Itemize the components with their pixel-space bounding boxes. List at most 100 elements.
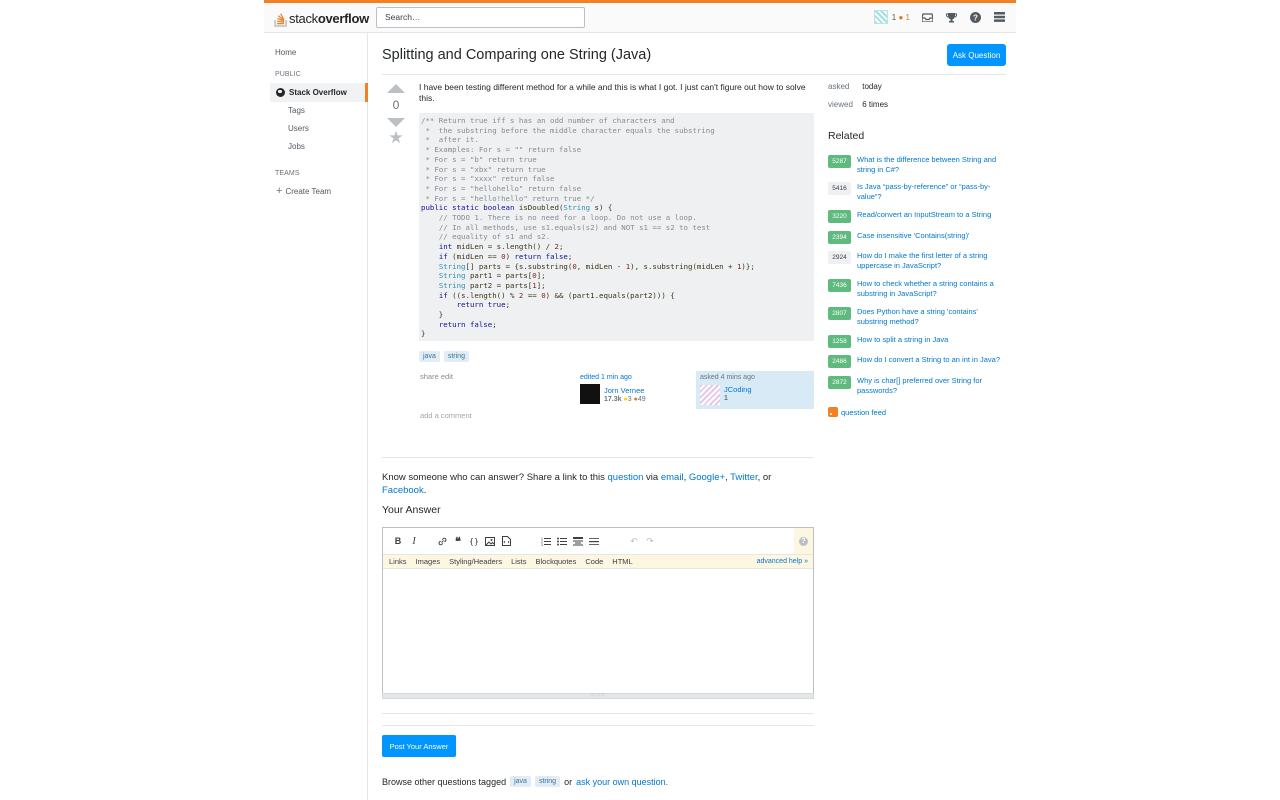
blockquote-icon[interactable]: ❝ (451, 534, 465, 548)
create-team-label: Create Team (285, 186, 332, 196)
question-link[interactable]: question (608, 472, 644, 483)
help-tab-links[interactable]: Links (389, 557, 407, 566)
add-comment-link[interactable]: add a comment (420, 411, 472, 420)
related-link[interactable]: How to check whether a string contains a… (857, 279, 1008, 299)
site-switcher-icon[interactable] (992, 10, 1006, 24)
related-link[interactable]: Why is char[] preferred over String for … (857, 376, 1008, 396)
nav-home[interactable]: Home (275, 48, 296, 57)
tag-java[interactable]: java (510, 776, 531, 787)
browse-other-questions: Browse other questions tagged java strin… (382, 776, 668, 787)
editor-signature: edited 1 min ago Jorn Vernee 17.3k ●3 ●4… (580, 374, 690, 404)
tag-string[interactable]: string (534, 776, 561, 787)
post-answer-button[interactable]: Post Your Answer (382, 735, 456, 757)
question-title[interactable]: Splitting and Comparing one String (Java… (382, 47, 651, 63)
related-item[interactable]: 5416 Is Java “pass-by-reference” or “pass… (828, 182, 1008, 202)
code-icon[interactable]: {} (467, 534, 481, 548)
help-tab-styling[interactable]: Styling/Headers (449, 557, 502, 566)
related-link[interactable]: What is the difference between String an… (857, 155, 1008, 175)
related-item[interactable]: 7436 How to check whether a string contai… (828, 279, 1008, 299)
snippet-icon[interactable] (499, 534, 513, 548)
related-link[interactable]: How to split a string in Java (857, 335, 948, 345)
related-link[interactable]: Does Python have a string 'contains' sub… (857, 307, 1008, 327)
related-item[interactable]: 1258 How to split a string in Java (828, 335, 1008, 348)
numbered-list-icon[interactable]: 123 (539, 534, 553, 548)
undo-icon[interactable]: ↶ (627, 534, 641, 548)
edited-time-link[interactable]: edited 1 min ago (580, 374, 690, 381)
related-item[interactable]: 2924 How do I make the first letter of a … (828, 251, 1008, 271)
related-link[interactable]: How do I make the first letter of a stri… (857, 251, 1008, 271)
nav-jobs[interactable]: Jobs (288, 142, 305, 151)
help-circle-icon: ? (799, 536, 808, 546)
inbox-icon[interactable] (920, 10, 934, 24)
advanced-help-link[interactable]: advanced help » (757, 558, 808, 565)
nav-tags[interactable]: Tags (288, 106, 305, 115)
question-body: I have been testing different method for… (419, 82, 806, 103)
link-icon[interactable] (435, 534, 449, 548)
achievements-trophy-icon[interactable] (944, 10, 958, 24)
twitter-share-link[interactable]: Twitter (730, 472, 757, 483)
horizontal-rule-icon[interactable] (587, 534, 601, 548)
email-share-link[interactable]: email (661, 472, 684, 483)
help-tab-lists[interactable]: Lists (511, 557, 526, 566)
editor-name[interactable]: Jorn Vernee (604, 386, 644, 395)
related-item[interactable]: 2486 How do I convert a String to an int … (828, 355, 1008, 368)
share-link[interactable]: share (420, 372, 439, 381)
asker-name[interactable]: JCoding (724, 385, 752, 394)
tag-string[interactable]: string (443, 351, 469, 362)
search-input[interactable]: Search… (376, 7, 585, 28)
help-tab-blockquotes[interactable]: Blockquotes (536, 557, 577, 566)
related-score: 3220 (828, 210, 851, 223)
related-link[interactable]: Read/convert an InputStream to a String (857, 210, 991, 220)
nav-create-team[interactable]: + Create Team (276, 185, 331, 197)
italic-icon[interactable]: I (407, 534, 421, 548)
redo-icon[interactable]: ↷ (643, 534, 657, 548)
viewed-meta: viewed 6 times (828, 100, 889, 109)
vote-cell: 0 ★ (386, 84, 406, 146)
user-reputation[interactable]: 1 ● 1 (892, 13, 910, 22)
nav-users[interactable]: Users (288, 124, 309, 133)
question-feed-link[interactable]: question feed (828, 407, 886, 417)
resize-grip[interactable]: ⁙⁙⁙ (382, 693, 814, 699)
browse-prefix: Browse other questions tagged (382, 776, 507, 787)
related-item[interactable]: 2807 Does Python have a string 'contains'… (828, 307, 1008, 327)
help-tab-html[interactable]: HTML (612, 557, 632, 566)
help-tab-images[interactable]: Images (416, 557, 441, 566)
nav-stack-overflow[interactable]: Stack Overflow (270, 83, 368, 102)
related-item[interactable]: 3220 Read/convert an InputStream to a Str… (828, 210, 1008, 223)
facebook-share-link[interactable]: Facebook (382, 485, 424, 496)
ask-question-button[interactable]: Ask Question (947, 44, 1006, 66)
edit-link[interactable]: edit (441, 372, 453, 381)
related-score: 2807 (828, 307, 851, 320)
help-icon[interactable]: ? (968, 10, 982, 24)
editor-avatar[interactable] (580, 384, 600, 404)
image-icon[interactable] (483, 534, 497, 548)
post-menu: share edit (420, 372, 453, 381)
related-item[interactable]: 2394 Case insensitive 'Contains(string)' (828, 231, 1008, 244)
related-link[interactable]: Is Java “pass-by-reference” or “pass-by-… (857, 182, 1008, 202)
editor-help-button[interactable]: ? (794, 528, 813, 554)
upvote-arrow-icon[interactable] (387, 84, 405, 93)
ask-own-question-link[interactable]: ask your own question. (576, 777, 668, 787)
tag-java[interactable]: java (419, 351, 440, 362)
title-divider (382, 74, 1006, 75)
nav-section-public: PUBLIC (275, 71, 301, 78)
code-block: /** Return true iff s has an odd number … (419, 113, 814, 341)
heading-icon[interactable] (571, 534, 585, 548)
bulleted-list-icon[interactable] (555, 534, 569, 548)
rss-icon (828, 407, 838, 417)
bold-icon[interactable]: B (391, 534, 405, 548)
related-link[interactable]: How do I convert a String to an int in J… (857, 355, 1000, 365)
logo-text: stackoverflow (289, 10, 369, 26)
asker-avatar[interactable] (700, 385, 720, 405)
related-item[interactable]: 5287 What is the difference between Strin… (828, 155, 1008, 175)
stackoverflow-logo[interactable]: stackoverflow (274, 9, 369, 27)
downvote-arrow-icon[interactable] (387, 118, 405, 127)
favorite-star-icon[interactable]: ★ (386, 129, 406, 146)
answer-textarea[interactable] (383, 569, 813, 687)
left-sidebar: Home PUBLIC Stack Overflow Tags Users Jo… (264, 33, 368, 800)
related-item[interactable]: 2872 Why is char[] preferred over String … (828, 376, 1008, 396)
help-tab-code[interactable]: Code (585, 557, 603, 566)
user-avatar-icon[interactable] (873, 10, 888, 24)
related-link[interactable]: Case insensitive 'Contains(string)' (857, 231, 970, 241)
google-share-link[interactable]: Google+ (689, 472, 725, 483)
